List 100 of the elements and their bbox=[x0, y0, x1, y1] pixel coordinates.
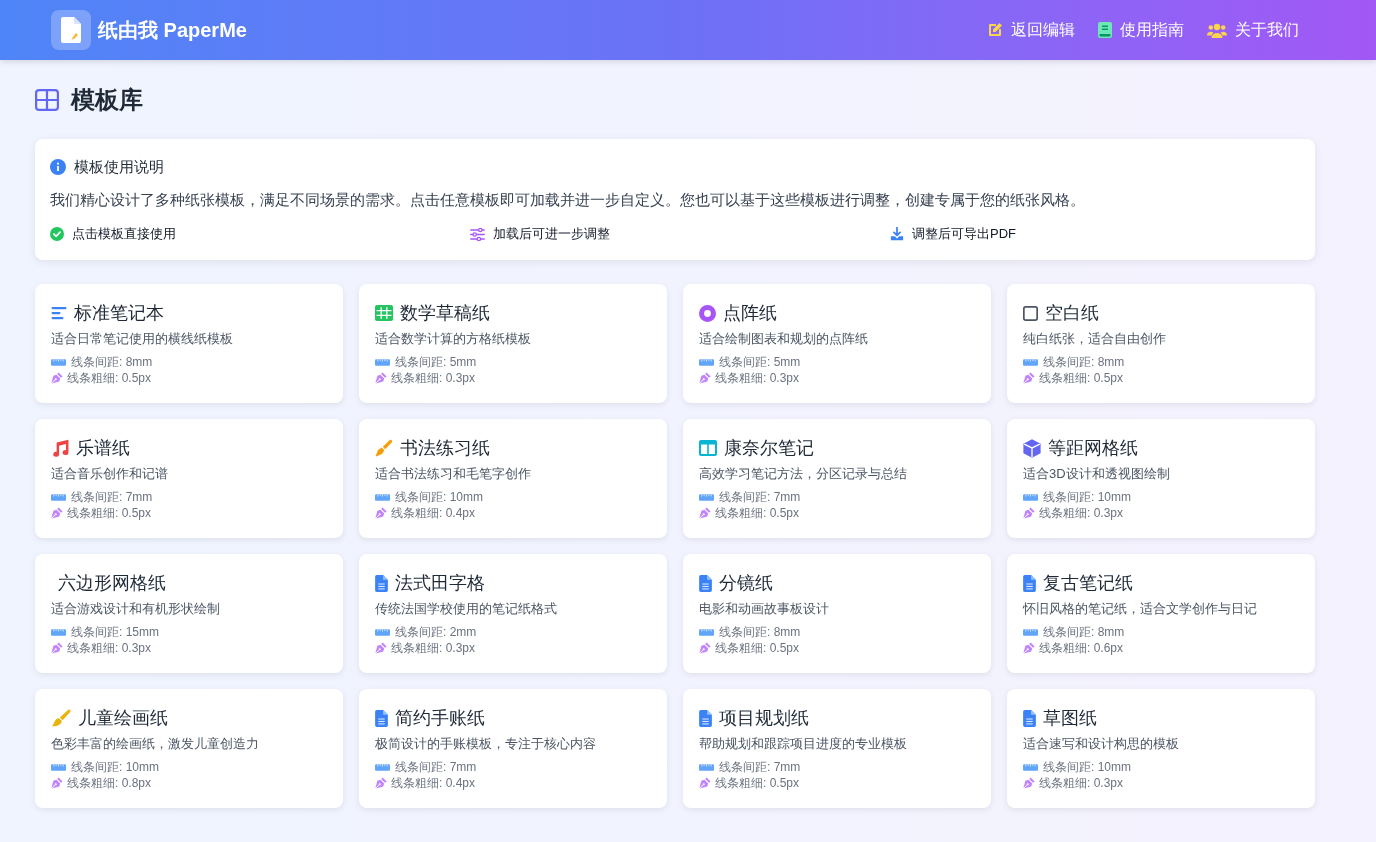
template-card[interactable]: 乐谱纸 适合音乐创作和记谱 线条间距: 7mm 线条粗细: 0.5px bbox=[35, 419, 343, 538]
spec-text: 线条粗细: 0.5px bbox=[67, 505, 152, 521]
template-card[interactable]: 法式田字格 传统法国学校使用的笔记纸格式 线条间距: 2mm 线条粗细: 0.3px bbox=[359, 554, 667, 673]
pen-nib-icon bbox=[1023, 777, 1035, 789]
brand-name: 纸由我 PaperMe bbox=[98, 18, 247, 43]
spec-text: 线条间距: 7mm bbox=[395, 759, 477, 775]
spec-text: 线条粗细: 0.5px bbox=[715, 775, 800, 791]
spec-text: 线条间距: 2mm bbox=[395, 624, 477, 640]
spec-text: 线条间距: 10mm bbox=[395, 489, 483, 505]
nav-link[interactable]: 关于我们 bbox=[1207, 18, 1299, 42]
ruler-icon bbox=[699, 628, 714, 636]
info-icon bbox=[50, 159, 66, 175]
ruler-icon bbox=[375, 763, 390, 771]
spec-text: 线条间距: 7mm bbox=[719, 489, 801, 505]
spec-text: 线条粗细: 0.3px bbox=[391, 640, 476, 656]
card-description: 色彩丰富的绘画纸，激发儿童创造力 bbox=[51, 735, 260, 753]
pen-nib-icon bbox=[375, 777, 387, 789]
card-description: 怀旧风格的笔记纸，适合文学创作与日记 bbox=[1023, 600, 1258, 618]
spec-text: 线条间距: 10mm bbox=[1043, 489, 1131, 505]
card-title: 法式田字格 bbox=[395, 572, 485, 595]
template-card[interactable]: 六边形网格纸 适合游戏设计和有机形状绘制 线条间距: 15mm 线条粗细: 0.3px bbox=[35, 554, 343, 673]
spec-text: 线条粗细: 0.5px bbox=[1039, 370, 1124, 386]
feature-label: 点击模板直接使用 bbox=[72, 225, 176, 243]
document-icon bbox=[375, 574, 388, 592]
document-icon bbox=[375, 709, 388, 727]
pen-nib-icon bbox=[51, 372, 63, 384]
check-circle-icon bbox=[50, 227, 64, 241]
spec-text: 线条间距: 7mm bbox=[71, 489, 153, 505]
columns-icon bbox=[699, 440, 717, 456]
ring-icon bbox=[699, 304, 716, 322]
pen-nib-icon bbox=[699, 642, 711, 654]
template-card[interactable]: 等距网格纸 适合3D设计和透视图绘制 线条间距: 10mm 线条粗细: 0.3px bbox=[1007, 419, 1315, 538]
card-title: 标准笔记本 bbox=[74, 302, 164, 325]
ruler-icon bbox=[375, 628, 390, 636]
grid-icon bbox=[35, 89, 59, 111]
pen-nib-icon bbox=[1023, 372, 1035, 384]
ruler-icon bbox=[1023, 358, 1038, 366]
spec-text: 线条间距: 7mm bbox=[719, 759, 801, 775]
edit-icon bbox=[987, 22, 1003, 38]
download-icon bbox=[890, 227, 904, 241]
page-title: 模板库 bbox=[71, 85, 143, 115]
template-card[interactable]: 康奈尔笔记 高效学习笔记方法，分区记录与总结 线条间距: 7mm 线条粗细: 0.5px bbox=[683, 419, 991, 538]
ruler-icon bbox=[1023, 763, 1038, 771]
cube-icon bbox=[1023, 438, 1041, 458]
paintbrush-icon bbox=[51, 709, 71, 727]
grid-icon bbox=[375, 305, 393, 321]
card-title: 空白纸 bbox=[1045, 302, 1099, 325]
template-card[interactable]: 点阵纸 适合绘制图表和规划的点阵纸 线条间距: 5mm 线条粗细: 0.3px bbox=[683, 284, 991, 403]
card-title: 书法练习纸 bbox=[400, 437, 490, 460]
card-title: 儿童绘画纸 bbox=[78, 707, 168, 730]
template-card[interactable]: 数学草稿纸 适合数学计算的方格纸模板 线条间距: 5mm 线条粗细: 0.3px bbox=[359, 284, 667, 403]
card-title: 项目规划纸 bbox=[719, 707, 809, 730]
pen-nib-icon bbox=[51, 642, 63, 654]
document-icon bbox=[1023, 709, 1036, 727]
template-card[interactable]: 标准笔记本 适合日常笔记使用的横线纸模板 线条间距: 8mm 线条粗细: 0.5px bbox=[35, 284, 343, 403]
card-title: 乐谱纸 bbox=[76, 437, 130, 460]
nav-link[interactable]: 返回编辑 bbox=[987, 18, 1075, 42]
card-description: 极简设计的手账模板，专注于核心内容 bbox=[375, 735, 597, 753]
card-title: 点阵纸 bbox=[723, 302, 777, 325]
card-description: 传统法国学校使用的笔记纸格式 bbox=[375, 600, 558, 618]
document-icon bbox=[699, 574, 712, 592]
card-title: 复古笔记纸 bbox=[1043, 572, 1133, 595]
spec-text: 线条粗细: 0.3px bbox=[1039, 505, 1124, 521]
card-description: 适合游戏设计和有机形状绘制 bbox=[51, 600, 221, 618]
card-title: 数学草稿纸 bbox=[400, 302, 490, 325]
ruler-icon bbox=[699, 763, 714, 771]
ruler-icon bbox=[375, 493, 390, 501]
pen-nib-icon bbox=[375, 372, 387, 384]
info-text: 我们精心设计了多种纸张模板，满足不同场景的需求。点击任意模板即可加载并进一步自定义。您也可以基于这些模板进行调整，创建专属于您的纸张风格。 bbox=[50, 190, 1086, 210]
template-card[interactable]: 简约手账纸 极简设计的手账模板，专注于核心内容 线条间距: 7mm 线条粗细: 0.4px bbox=[359, 689, 667, 808]
card-description: 电影和动画故事板设计 bbox=[699, 600, 830, 618]
card-description: 适合书法练习和毛笔字创作 bbox=[375, 465, 532, 483]
template-card[interactable]: 儿童绘画纸 色彩丰富的绘画纸，激发儿童创造力 线条间距: 10mm 线条粗细: 0.8px bbox=[35, 689, 343, 808]
template-card[interactable]: 空白纸 纯白纸张，适合自由创作 线条间距: 8mm 线条粗细: 0.5px bbox=[1007, 284, 1315, 403]
card-title: 康奈尔笔记 bbox=[724, 437, 814, 460]
pen-icon bbox=[375, 439, 393, 457]
card-description: 帮助规划和跟踪项目进度的专业模板 bbox=[699, 735, 908, 753]
template-card[interactable]: 书法练习纸 适合书法练习和毛笔字创作 线条间距: 10mm 线条粗细: 0.4px bbox=[359, 419, 667, 538]
ruler-icon bbox=[51, 358, 66, 366]
pen-nib-icon bbox=[699, 507, 711, 519]
pen-nib-icon bbox=[51, 507, 63, 519]
info-title: 模板使用说明 bbox=[74, 157, 164, 177]
spec-text: 线条间距: 8mm bbox=[1043, 624, 1125, 640]
template-card[interactable]: 分镜纸 电影和动画故事板设计 线条间距: 8mm 线条粗细: 0.5px bbox=[683, 554, 991, 673]
spec-text: 线条间距: 10mm bbox=[1043, 759, 1131, 775]
template-card[interactable]: 复古笔记纸 怀旧风格的笔记纸，适合文学创作与日记 线条间距: 8mm 线条粗细: 0.6px bbox=[1007, 554, 1315, 673]
spec-text: 线条粗细: 0.3px bbox=[391, 370, 476, 386]
template-card[interactable]: 草图纸 适合速写和设计构思的模板 线条间距: 10mm 线条粗细: 0.3px bbox=[1007, 689, 1315, 808]
spec-text: 线条粗细: 0.4px bbox=[391, 505, 476, 521]
logo-icon bbox=[51, 10, 91, 50]
spec-text: 线条间距: 5mm bbox=[395, 354, 477, 370]
pen-nib-icon bbox=[1023, 507, 1035, 519]
template-card[interactable]: 项目规划纸 帮助规划和跟踪项目进度的专业模板 线条间距: 7mm 线条粗细: 0.5px bbox=[683, 689, 991, 808]
spec-text: 线条粗细: 0.3px bbox=[1039, 775, 1124, 791]
nav-link[interactable]: 使用指南 bbox=[1098, 18, 1184, 42]
ruler-icon bbox=[1023, 493, 1038, 501]
document-icon bbox=[699, 709, 712, 727]
pen-nib-icon bbox=[1023, 642, 1035, 654]
sliders-icon bbox=[470, 227, 485, 241]
ruler-icon bbox=[51, 763, 66, 771]
